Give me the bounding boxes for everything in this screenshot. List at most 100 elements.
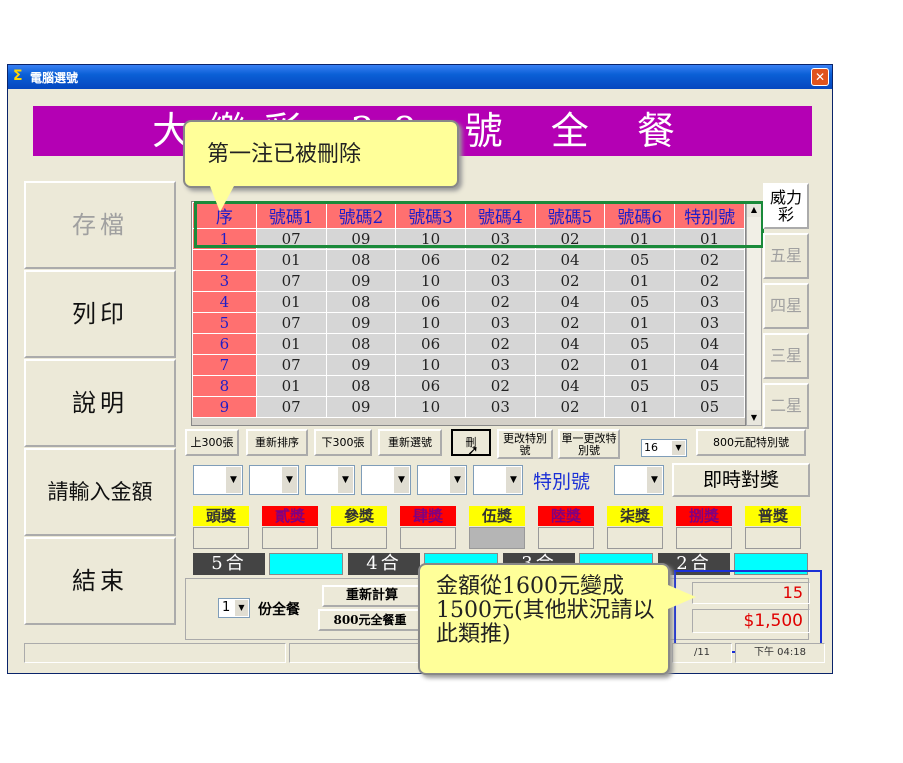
- table-row[interactable]: 6 01 08 06 02 04 05 04: [192, 333, 745, 355]
- number-cell[interactable]: 04: [534, 291, 606, 313]
- number-cell[interactable]: 05: [604, 291, 676, 313]
- single-change-special-button[interactable]: 單一更改特別號: [558, 429, 620, 459]
- power-lotto-button[interactable]: 威力彩: [763, 183, 809, 229]
- number-cell[interactable]: 08: [325, 333, 397, 355]
- table-row[interactable]: 2 01 08 06 02 04 05 02: [192, 249, 745, 271]
- chevron-down-icon[interactable]: ▼: [672, 441, 685, 455]
- number-cell[interactable]: 02: [534, 396, 606, 418]
- recalculate-button[interactable]: 重新計算: [322, 585, 422, 607]
- print-button[interactable]: 列印: [24, 270, 176, 358]
- chevron-down-icon[interactable]: ▼: [282, 467, 297, 493]
- chevron-down-icon[interactable]: ▼: [235, 600, 248, 616]
- four-star-button[interactable]: 四星: [763, 283, 809, 329]
- table-row[interactable]: 7 07 09 10 03 02 01 04: [192, 354, 745, 376]
- number-cell[interactable]: 03: [674, 312, 745, 334]
- next-300-button[interactable]: 下300張: [314, 429, 372, 456]
- row-number[interactable]: 3: [192, 270, 257, 292]
- number-combo-5[interactable]: ▼: [417, 465, 467, 495]
- number-cell[interactable]: 10: [395, 354, 466, 376]
- chevron-down-icon[interactable]: ▼: [647, 467, 662, 493]
- number-cell[interactable]: 01: [604, 312, 676, 334]
- table-row[interactable]: 9 07 09 10 03 02 01 05: [192, 396, 745, 418]
- number-cell[interactable]: 08: [325, 291, 397, 313]
- row-number[interactable]: 2: [192, 249, 257, 271]
- change-special-button[interactable]: 更改特別號: [497, 429, 553, 459]
- number-cell[interactable]: 07: [255, 354, 327, 376]
- number-cell[interactable]: 10: [395, 312, 466, 334]
- count-select[interactable]: 16 ▼: [641, 439, 687, 457]
- number-cell[interactable]: 09: [325, 396, 397, 418]
- row-number[interactable]: 5: [192, 312, 257, 334]
- number-cell[interactable]: 02: [534, 270, 606, 292]
- number-cell[interactable]: 07: [255, 312, 327, 334]
- exit-button[interactable]: 結束: [24, 537, 176, 625]
- meal-800-button[interactable]: 800元全餐重: [318, 609, 422, 631]
- table-row[interactable]: 5 07 09 10 03 02 01 03: [192, 312, 745, 334]
- number-cell[interactable]: 02: [464, 375, 536, 397]
- enter-amount-button[interactable]: 請輸入金額: [24, 448, 176, 536]
- number-cell[interactable]: 03: [464, 396, 536, 418]
- number-cell[interactable]: 01: [604, 270, 676, 292]
- resort-button[interactable]: 重新排序: [246, 429, 308, 456]
- chevron-down-icon[interactable]: ▼: [450, 467, 465, 493]
- number-cell[interactable]: 03: [464, 270, 536, 292]
- row-number[interactable]: 7: [192, 354, 257, 376]
- reselect-button[interactable]: 重新選號: [378, 429, 442, 456]
- number-cell[interactable]: 01: [255, 333, 327, 355]
- table-row[interactable]: 8 01 08 06 02 04 05 05: [192, 375, 745, 397]
- number-cell[interactable]: 02: [464, 249, 536, 271]
- number-cell[interactable]: 02: [534, 312, 606, 334]
- number-cell[interactable]: 03: [674, 291, 745, 313]
- chevron-down-icon[interactable]: ▼: [394, 467, 409, 493]
- number-cell[interactable]: 02: [464, 291, 536, 313]
- help-button[interactable]: 說明: [24, 359, 176, 447]
- number-cell[interactable]: 09: [325, 270, 397, 292]
- chevron-down-icon[interactable]: ▼: [226, 467, 241, 493]
- number-cell[interactable]: 01: [604, 396, 676, 418]
- close-button[interactable]: ✕: [811, 68, 829, 86]
- number-cell[interactable]: 10: [395, 270, 466, 292]
- number-cell[interactable]: 04: [674, 333, 745, 355]
- number-cell[interactable]: 07: [255, 396, 327, 418]
- special-800-button[interactable]: 800元配特別號: [696, 429, 806, 456]
- scroll-down-icon[interactable]: ▼: [747, 410, 761, 425]
- chevron-down-icon[interactable]: ▼: [338, 467, 353, 493]
- number-cell[interactable]: 06: [395, 291, 466, 313]
- number-cell[interactable]: 05: [604, 333, 676, 355]
- number-cell[interactable]: 03: [464, 354, 536, 376]
- instant-check-button[interactable]: 即時對獎: [672, 463, 810, 497]
- chevron-down-icon[interactable]: ▼: [506, 467, 521, 493]
- portion-select[interactable]: 1 ▼: [218, 598, 250, 618]
- number-cell[interactable]: 02: [674, 249, 745, 271]
- number-cell[interactable]: 01: [604, 354, 676, 376]
- three-star-button[interactable]: 三星: [763, 333, 809, 379]
- number-combo-6[interactable]: ▼: [473, 465, 523, 495]
- row-number[interactable]: 8: [192, 375, 257, 397]
- number-combo-4[interactable]: ▼: [361, 465, 411, 495]
- number-cell[interactable]: 05: [674, 396, 745, 418]
- number-cell[interactable]: 04: [534, 333, 606, 355]
- number-cell[interactable]: 02: [534, 354, 606, 376]
- number-cell[interactable]: 06: [395, 375, 466, 397]
- prev-300-button[interactable]: 上300張: [185, 429, 239, 456]
- number-cell[interactable]: 05: [604, 249, 676, 271]
- number-cell[interactable]: 01: [255, 249, 327, 271]
- number-combo-3[interactable]: ▼: [305, 465, 355, 495]
- number-cell[interactable]: 08: [325, 249, 397, 271]
- title-bar[interactable]: Σ 電腦選號 ✕: [8, 65, 832, 89]
- row-number[interactable]: 9: [192, 396, 257, 418]
- number-cell[interactable]: 08: [325, 375, 397, 397]
- number-cell[interactable]: 06: [395, 249, 466, 271]
- number-cell[interactable]: 06: [395, 333, 466, 355]
- row-number[interactable]: 6: [192, 333, 257, 355]
- number-cell[interactable]: 02: [464, 333, 536, 355]
- five-star-button[interactable]: 五星: [763, 233, 809, 279]
- number-cell[interactable]: 09: [325, 312, 397, 334]
- number-cell[interactable]: 04: [534, 249, 606, 271]
- row-number[interactable]: 4: [192, 291, 257, 313]
- two-star-button[interactable]: 二星: [763, 383, 809, 429]
- number-cell[interactable]: 05: [604, 375, 676, 397]
- table-row[interactable]: 4 01 08 06 02 04 05 03: [192, 291, 745, 313]
- number-combo-2[interactable]: ▼: [249, 465, 299, 495]
- number-cell[interactable]: 01: [255, 291, 327, 313]
